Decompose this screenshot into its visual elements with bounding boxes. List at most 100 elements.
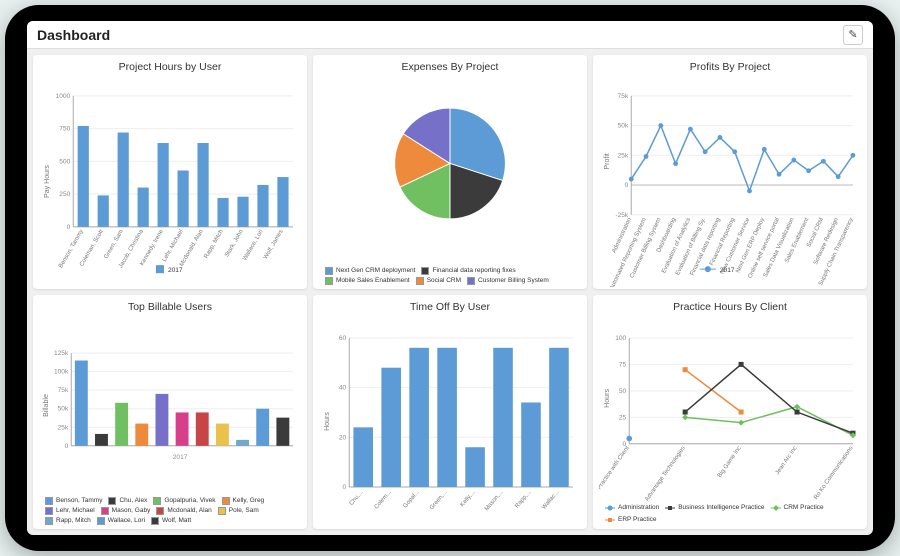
legend-label: Rapp, Mitch	[56, 517, 91, 524]
svg-text:Wolf, James: Wolf, James	[263, 229, 285, 261]
legend-swatch-icon	[108, 497, 116, 505]
y-axis-label: Pay Hours	[44, 165, 51, 198]
legend-label: Lehr, Michael	[56, 507, 95, 514]
legend-label: Kelly, Greg	[233, 497, 265, 504]
multi-line-chart-practice: Hours 0255075100 No Client Practice with…	[599, 316, 861, 501]
card-title: Project Hours by User	[39, 59, 301, 76]
svg-text:Gopal...: Gopal...	[402, 489, 420, 509]
legend-swatch-icon	[218, 507, 226, 515]
card-title: Practice Hours By Client	[599, 299, 861, 316]
svg-text:Big Game Inc: Big Game Inc	[717, 446, 743, 479]
legend-label: Benson, Tammy	[56, 497, 102, 504]
svg-text:Lehr, Michael: Lehr, Michael	[162, 229, 185, 263]
legend-swatch-icon	[156, 507, 164, 515]
card-time-off-by-user: Time Off By User Hours 0204060 Chu,...Co…	[313, 295, 587, 529]
svg-text:100k: 100k	[54, 369, 69, 376]
card-title: Expenses By Project	[319, 59, 581, 76]
svg-text:40: 40	[339, 385, 347, 392]
legend-item: Kelly, Greg	[222, 497, 265, 505]
svg-text:Advantage Technologies: Advantage Technologies	[644, 446, 687, 501]
legend-item: Wallace, Lori	[97, 517, 145, 525]
line-chart-profits: Profit -25k025k50k75k AdministrationAuto…	[599, 76, 861, 287]
legend-marker-icon	[605, 503, 615, 513]
legend-item: Mason, Gaby	[101, 507, 151, 515]
legend-swatch-icon	[222, 497, 230, 505]
legend-marker-icon	[771, 503, 781, 513]
legend-2017: 2017	[168, 267, 183, 274]
practice-legend: Administration Business Intelligence Prac…	[599, 501, 861, 527]
card-top-billable-users: Top Billable Users Billable 025k50k75k10…	[33, 295, 307, 529]
legend-label: CRM Practice	[784, 504, 824, 511]
legend-swatch-icon	[467, 277, 475, 285]
legend-item: Next Gen CRM deployment	[325, 267, 415, 275]
svg-text:60: 60	[339, 335, 347, 342]
svg-text:25k: 25k	[58, 424, 69, 431]
legend-label: Administration	[618, 504, 659, 511]
legend-swatch-icon	[325, 267, 333, 275]
svg-text:50k: 50k	[618, 123, 629, 130]
svg-text:0: 0	[67, 224, 71, 231]
svg-text:1000: 1000	[56, 93, 71, 100]
billable-legend: Benson, TammyChu, AlexGopalpuria, VivekK…	[39, 495, 301, 527]
card-title: Time Off By User	[319, 299, 581, 316]
pie-legend: Next Gen CRM deployment Financial data re…	[319, 265, 581, 287]
legend-label: Customer Billing System	[478, 277, 549, 284]
legend-marker-icon	[665, 503, 675, 513]
svg-text:75k: 75k	[618, 93, 629, 100]
svg-text:Mason,...: Mason,...	[484, 489, 505, 512]
x-axis-label: 2017	[173, 454, 188, 461]
svg-text:0: 0	[625, 182, 629, 189]
legend-label: Business Intelligence Practice	[678, 504, 764, 511]
legend-swatch-icon	[45, 507, 53, 515]
bar-chart-timeoff: Hours 0204060 Chu,...Colem...Gopal...Gre…	[319, 316, 581, 527]
edit-button[interactable]: ✎	[843, 25, 863, 45]
legend-label: Mobile Sales Enablement	[336, 277, 410, 284]
svg-text:Jean Arc Inc: Jean Arc Inc	[775, 446, 799, 477]
legend-item: Financial data reporting fixes	[421, 267, 515, 275]
svg-text:Wallace, Lori: Wallace, Lori	[242, 229, 265, 262]
legend-label: Financial data reporting fixes	[432, 267, 515, 274]
svg-text:50k: 50k	[58, 406, 69, 413]
svg-text:25: 25	[619, 414, 627, 421]
legend-swatch-icon	[416, 277, 424, 285]
svg-text:Chu,...: Chu,...	[349, 489, 365, 507]
svg-text:100: 100	[615, 335, 626, 342]
legend-item: Mobile Sales Enablement	[325, 277, 410, 285]
legend-label: Gopalpuria, Vivek	[164, 497, 215, 504]
legend-swatch-icon	[151, 517, 159, 525]
legend-swatch-icon	[101, 507, 109, 515]
legend-item: Gopalpuria, Vivek	[153, 497, 215, 505]
legend-item: Administration	[605, 503, 659, 513]
svg-text:Rapp,...: Rapp,...	[514, 489, 532, 509]
card-title: Top Billable Users	[39, 299, 301, 316]
svg-text:250: 250	[59, 191, 70, 198]
svg-text:Colem...: Colem...	[374, 489, 393, 510]
bar-chart-billable: Billable 025k50k75k100k125k 2017	[39, 316, 301, 495]
legend-item: Customer Billing System	[467, 277, 549, 285]
legend-item: Business Intelligence Practice	[665, 503, 764, 513]
legend-swatch-icon	[153, 497, 161, 505]
legend-swatch-icon	[97, 517, 105, 525]
svg-text:50: 50	[619, 388, 627, 395]
legend-item: Mcdonald, Alan	[156, 507, 211, 515]
svg-text:Kelly,...: Kelly,...	[460, 489, 477, 508]
svg-text:750: 750	[59, 126, 70, 133]
legend-label: Next Gen CRM deployment	[336, 267, 415, 274]
legend-label: Social CRM	[427, 277, 461, 284]
legend-item: ERP Practice	[605, 515, 657, 525]
page-title: Dashboard	[37, 27, 110, 43]
legend-item: Social CRM	[416, 277, 461, 285]
card-practice-hours-by-client: Practice Hours By Client Hours 025507510…	[593, 295, 867, 529]
legend-label: Mcdonald, Alan	[167, 507, 211, 514]
legend-item: Rapp, Mitch	[45, 517, 91, 525]
legend-2017: 2017	[720, 267, 735, 274]
svg-text:Wallac...: Wallac...	[541, 489, 561, 511]
legend-item: Lehr, Michael	[45, 507, 95, 515]
pencil-icon: ✎	[848, 28, 857, 41]
legend-item: Benson, Tammy	[45, 497, 102, 505]
card-expenses-by-project: Expenses By Project Next Gen CRM deploym…	[313, 55, 587, 289]
legend-label: ERP Practice	[618, 516, 657, 523]
svg-text:20: 20	[339, 434, 347, 441]
dashboard-grid: Project Hours by User Pay Hours 02505007…	[27, 49, 873, 535]
svg-text:75: 75	[619, 361, 627, 368]
